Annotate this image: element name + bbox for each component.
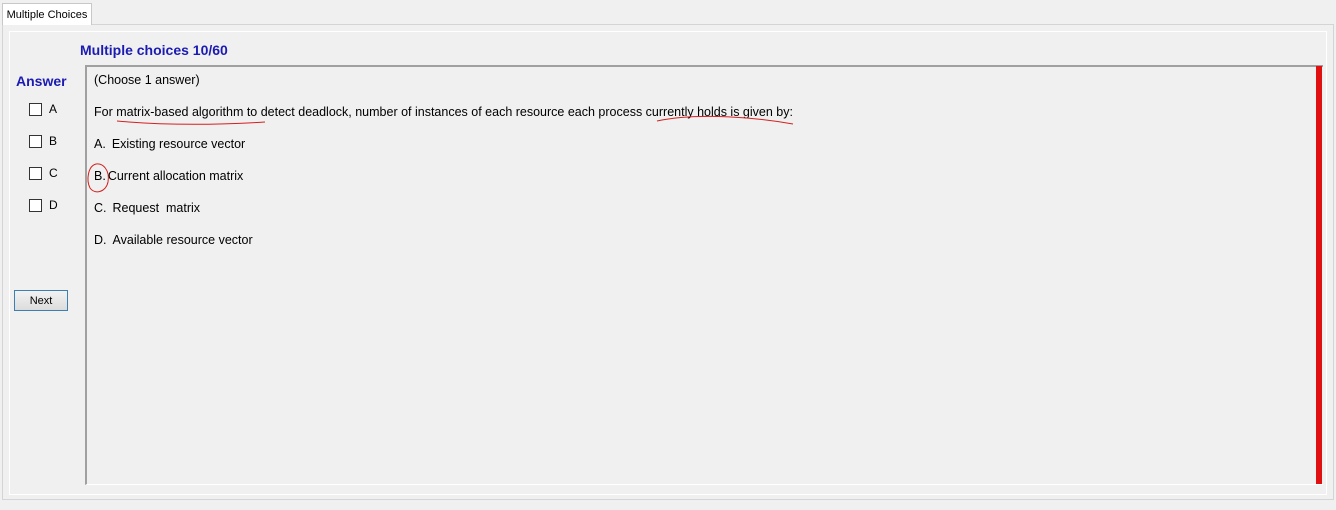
question-text: For matrix-based algorithm to detect dea… <box>94 105 793 119</box>
answer-option-label: D <box>49 198 58 212</box>
option-b: B. Current allocation matrix <box>94 169 243 183</box>
question-box <box>85 65 1323 485</box>
option-text: Current allocation matrix <box>107 169 244 183</box>
answer-option-d[interactable]: D <box>29 198 58 212</box>
option-letter: C. <box>94 201 107 215</box>
answer-option-a[interactable]: A <box>29 102 57 116</box>
question-scroll-indicator <box>1316 66 1322 484</box>
option-text: Available resource vector <box>112 233 253 247</box>
option-text: Existing resource vector <box>111 137 246 151</box>
option-letter: B. <box>94 169 106 183</box>
question-instruction: (Choose 1 answer) <box>94 73 200 87</box>
answer-option-b[interactable]: B <box>29 134 57 148</box>
page-title: Multiple choices 10/60 <box>80 42 228 58</box>
answer-label: Answer <box>16 73 67 89</box>
option-text: Request matrix <box>112 201 201 215</box>
checkbox-a[interactable] <box>29 102 42 116</box>
option-d: D. Available resource vector <box>94 233 253 247</box>
answer-option-label: B <box>49 134 58 148</box>
next-button[interactable]: Next <box>14 290 68 311</box>
checkbox-c[interactable] <box>29 166 42 180</box>
option-letter: D. <box>94 233 107 247</box>
option-a: A. Existing resource vector <box>94 137 245 151</box>
option-letter: A. <box>94 137 106 151</box>
tab-multiple-choices[interactable]: Multiple Choices <box>2 3 92 25</box>
checkbox-b[interactable] <box>29 134 42 148</box>
option-c: C. Request matrix <box>94 201 200 215</box>
answer-option-label: C <box>49 166 58 180</box>
answer-option-label: A <box>49 102 58 116</box>
checkbox-d[interactable] <box>29 198 42 212</box>
answer-option-c[interactable]: C <box>29 166 58 180</box>
